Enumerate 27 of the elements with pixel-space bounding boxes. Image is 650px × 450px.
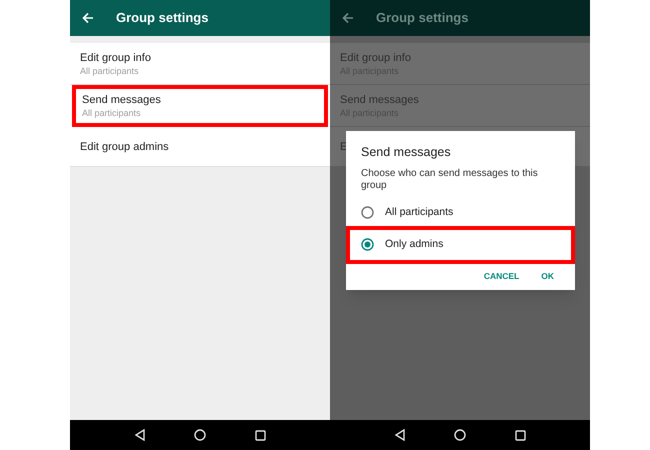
screen-title: Group settings: [376, 9, 468, 28]
dialog-button[interactable]: CANCEL: [484, 270, 520, 282]
dialog-message: Choose who can send messages to this group: [361, 168, 539, 192]
option-label: Only admins: [385, 236, 444, 252]
option-label: All participants: [385, 204, 454, 220]
home-icon[interactable]: [454, 429, 466, 441]
row-title: Send messages: [82, 92, 161, 106]
back-icon[interactable]: [394, 429, 406, 441]
radio-option[interactable]: Only admins: [348, 228, 573, 262]
screen-title: Group settings: [116, 9, 208, 28]
recents-icon[interactable]: [254, 430, 266, 440]
settings-row[interactable]: Send messages All participants: [72, 85, 328, 127]
radio-button[interactable]: [361, 238, 374, 252]
back-icon[interactable]: [134, 429, 146, 441]
dialog-button[interactable]: OK: [541, 270, 554, 282]
recents-icon[interactable]: [514, 430, 526, 440]
row-subtitle: All participants: [80, 64, 139, 76]
dialog-title: Send messages: [361, 144, 452, 161]
radio-option[interactable]: All participants: [361, 198, 560, 228]
home-icon[interactable]: [194, 429, 206, 441]
row-title: Edit group info: [340, 50, 411, 64]
row-title: Edit group info: [80, 50, 151, 64]
radio-button[interactable]: [361, 206, 374, 220]
row-subtitle: All participants: [82, 106, 141, 118]
back-arrow-icon[interactable]: [342, 12, 354, 24]
row-title: Edit group admins: [80, 140, 169, 154]
row-title: Send messages: [340, 92, 419, 106]
